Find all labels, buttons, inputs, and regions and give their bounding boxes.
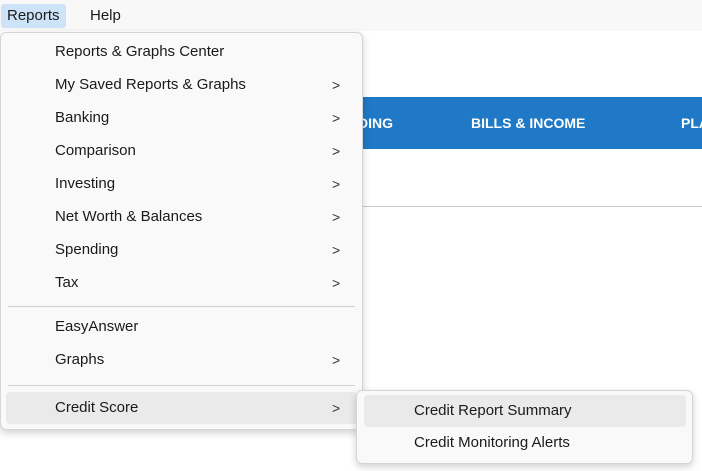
content-divider bbox=[358, 206, 702, 207]
menu-item-comparison[interactable]: Comparison > bbox=[6, 135, 357, 167]
reports-dropdown-menu: Reports & Graphs Center My Saved Reports… bbox=[0, 32, 363, 430]
menu-item-label: Investing bbox=[55, 175, 116, 192]
tab-planning[interactable]: PLA bbox=[681, 97, 702, 149]
chevron-right-icon: > bbox=[332, 110, 341, 126]
menu-item-label: Graphs bbox=[55, 351, 105, 368]
menu-item-label: Net Worth & Balances bbox=[55, 208, 203, 225]
menu-item-banking[interactable]: Banking > bbox=[6, 102, 357, 134]
chevron-right-icon: > bbox=[332, 275, 341, 291]
menu-item-investing[interactable]: Investing > bbox=[6, 168, 357, 200]
menu-item-label: Spending bbox=[55, 241, 119, 258]
menu-item-spending[interactable]: Spending > bbox=[6, 234, 357, 266]
menu-item-label: Credit Report Summary bbox=[414, 402, 572, 419]
credit-score-submenu: Credit Report Summary Credit Monitoring … bbox=[356, 390, 693, 464]
menu-item-label: Tax bbox=[55, 274, 79, 291]
menu-reports[interactable]: Reports bbox=[1, 4, 66, 28]
tab-spending[interactable]: DING bbox=[358, 97, 393, 149]
tab-bills-income[interactable]: BILLS & INCOME bbox=[471, 97, 585, 149]
menu-item-label: Credit Monitoring Alerts bbox=[414, 434, 570, 451]
menu-item-label: Reports & Graphs Center bbox=[55, 43, 225, 60]
menu-item-tax[interactable]: Tax > bbox=[6, 267, 357, 299]
chevron-right-icon: > bbox=[332, 400, 341, 416]
chevron-right-icon: > bbox=[332, 77, 341, 93]
menu-item-graphs[interactable]: Graphs > bbox=[6, 344, 357, 376]
menu-item-credit-report-summary[interactable]: Credit Report Summary bbox=[364, 395, 686, 427]
menu-item-label: Comparison bbox=[55, 142, 136, 159]
chevron-right-icon: > bbox=[332, 242, 341, 258]
menu-item-credit-score[interactable]: Credit Score > bbox=[6, 392, 357, 424]
chevron-right-icon: > bbox=[332, 352, 341, 368]
menu-item-my-saved-reports[interactable]: My Saved Reports & Graphs > bbox=[6, 69, 357, 101]
menu-item-credit-monitoring-alerts[interactable]: Credit Monitoring Alerts bbox=[364, 427, 686, 459]
menu-item-label: Credit Score bbox=[55, 399, 139, 416]
menu-help[interactable]: Help bbox=[84, 4, 127, 28]
menu-item-net-worth-balances[interactable]: Net Worth & Balances > bbox=[6, 201, 357, 233]
menu-item-reports-graphs-center[interactable]: Reports & Graphs Center bbox=[6, 36, 357, 68]
menu-separator bbox=[8, 306, 355, 307]
menu-item-easyanswer[interactable]: EasyAnswer bbox=[6, 311, 357, 343]
chevron-right-icon: > bbox=[332, 209, 341, 225]
menu-item-label: My Saved Reports & Graphs bbox=[55, 76, 246, 93]
menu-item-label: Banking bbox=[55, 109, 110, 126]
chevron-right-icon: > bbox=[332, 176, 341, 192]
menu-bar: Reports Help bbox=[0, 0, 702, 31]
menu-separator bbox=[8, 385, 355, 386]
menu-item-label: EasyAnswer bbox=[55, 318, 139, 335]
chevron-right-icon: > bbox=[332, 143, 341, 159]
